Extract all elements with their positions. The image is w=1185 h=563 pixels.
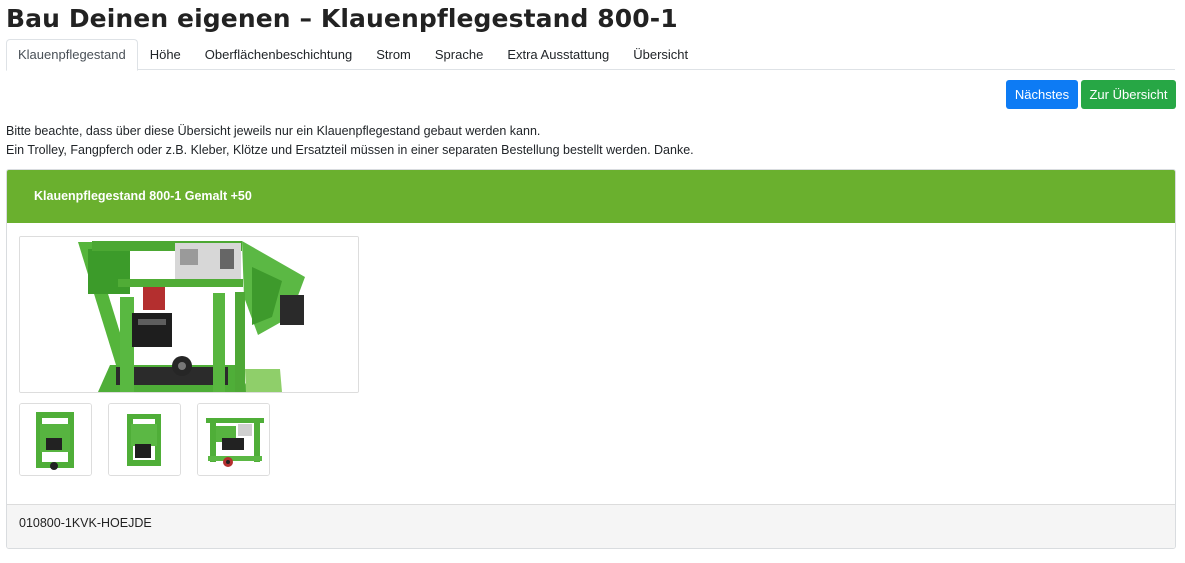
product-gallery [7,223,1175,504]
notice-line-1: Bitte beachte, dass über diese Übersicht… [6,124,541,138]
tab-hoehe[interactable]: Höhe [138,39,193,70]
tab-sprache[interactable]: Sprache [423,39,495,70]
page-title: Bau Deinen eigenen – Klauenpflegestand 8… [6,4,678,33]
to-overview-button[interactable]: Zur Übersicht [1081,80,1176,109]
tab-uebersicht[interactable]: Übersicht [621,39,700,70]
thumbnail-side-view[interactable] [197,403,270,476]
thumbnail-front-view[interactable] [19,403,92,476]
configurator-tabs: Klauenpflegestand Höhe Oberflächenbeschi… [6,39,1175,71]
order-notice: Bitte beachte, dass über diese Übersicht… [6,122,694,160]
product-sku: 010800-1KVK-HOEJDE [7,504,1175,548]
thumbnail-rear-view[interactable] [108,403,181,476]
tab-strom[interactable]: Strom [364,39,423,70]
product-title: Klauenpflegestand 800-1 Gemalt +50 [7,170,1175,223]
product-card: Klauenpflegestand 800-1 Gemalt +50 01080… [6,169,1176,549]
tab-oberflaechenbeschichtung[interactable]: Oberflächenbeschichtung [193,39,364,70]
next-button[interactable]: Nächstes [1006,80,1078,109]
tab-extra-ausstattung[interactable]: Extra Ausstattung [495,39,621,70]
main-product-image[interactable] [19,236,359,393]
notice-line-2: Ein Trolley, Fangpferch oder z.B. Kleber… [6,143,694,157]
tab-klauenpflegestand[interactable]: Klauenpflegestand [6,39,138,71]
